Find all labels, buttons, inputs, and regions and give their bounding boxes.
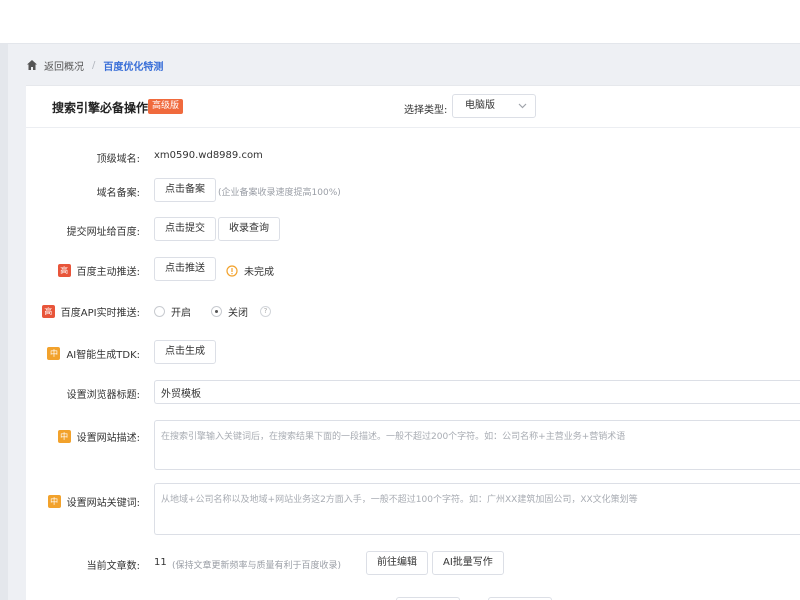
tdk-label: AI智能生成TDK: (66, 350, 140, 361)
description-label-group: 中 设置网站描述: (57, 429, 140, 444)
priority-tag-mid: 中 (47, 347, 61, 360)
description-label: 设置网站描述: (76, 433, 140, 444)
card-header: 搜索引擎必备操作 高级版 选择类型: 电脑版 (26, 86, 800, 128)
articles-label: 当前文章数: (86, 561, 140, 572)
radio-off[interactable] (211, 306, 222, 317)
keywords-label-group: 中 设置网站关键词: (47, 494, 140, 509)
chevron-down-icon (518, 103, 527, 109)
help-icon[interactable]: ? (260, 306, 271, 317)
radio-on-label[interactable]: 开启 (171, 304, 191, 319)
generate-tdk-button[interactable]: 点击生成 (154, 340, 216, 364)
push-status-text: 未完成 (244, 267, 274, 278)
articles-count: 11 (154, 557, 167, 568)
priority-tag-mid: 中 (57, 430, 71, 443)
icp-label: 域名备案: (96, 188, 140, 199)
radio-off-label[interactable]: 关闭 (228, 304, 248, 319)
page-title: 搜索引擎必备操作 (52, 101, 149, 115)
api-radio-group: 开启 关闭 ? (154, 304, 271, 319)
submit-label: 提交网址给百度: (66, 227, 140, 238)
priority-tag-high: 高 (57, 264, 71, 277)
edition-badge: 高级版 (148, 99, 184, 114)
submit-url-button[interactable]: 点击提交 (154, 217, 216, 241)
seo-settings-card: 搜索引擎必备操作 高级版 选择类型: 电脑版 顶级域名: xm0590.wd89… (26, 85, 800, 600)
domain-label: 顶级域名: (96, 154, 140, 165)
breadcrumb-back-link[interactable]: 返回概况 (44, 58, 84, 73)
ai-batch-write-button[interactable]: AI批量写作 (432, 551, 504, 575)
index-query-button[interactable]: 收录查询 (218, 217, 280, 241)
push-button[interactable]: 点击推送 (154, 257, 216, 281)
api-label-group: 高 百度API实时推送: (41, 304, 140, 319)
home-icon[interactable] (26, 59, 38, 71)
browser-title-label: 设置浏览器标题: (66, 390, 140, 401)
type-select-value: 电脑版 (465, 100, 495, 111)
type-select[interactable]: 电脑版 (452, 94, 536, 118)
domain-value: xm0590.wd8989.com (154, 150, 263, 161)
push-label: 百度主动推送: (76, 267, 140, 278)
description-textarea[interactable] (154, 420, 800, 470)
breadcrumb-separator: / (92, 59, 96, 71)
keywords-label: 设置网站关键词: (66, 498, 140, 509)
breadcrumb-current: 百度优化特测 (103, 61, 164, 73)
warning-icon (226, 264, 238, 277)
push-status: 未完成 (226, 263, 274, 278)
type-label: 选择类型: (404, 105, 448, 116)
priority-tag-high: 高 (41, 305, 55, 318)
icp-button[interactable]: 点击备案 (154, 178, 216, 202)
tdk-label-group: 中 AI智能生成TDK: (47, 346, 140, 361)
go-edit-button[interactable]: 前往编辑 (366, 551, 428, 575)
keywords-textarea[interactable] (154, 483, 800, 535)
breadcrumb: 返回概况 / 百度优化特测 (26, 52, 800, 78)
articles-hint: (保持文章更新频率与质量有利于百度收录) (172, 561, 342, 571)
radio-on[interactable] (154, 306, 165, 317)
browser-title-input[interactable] (154, 380, 800, 404)
api-label: 百度API实时推送: (60, 308, 140, 319)
icp-hint: (企业备案收录速度提高100%) (218, 188, 341, 198)
sidebar-edge (0, 44, 8, 600)
priority-tag-mid: 中 (47, 495, 61, 508)
push-label-group: 高 百度主动推送: (57, 263, 140, 278)
top-bar (0, 0, 800, 44)
